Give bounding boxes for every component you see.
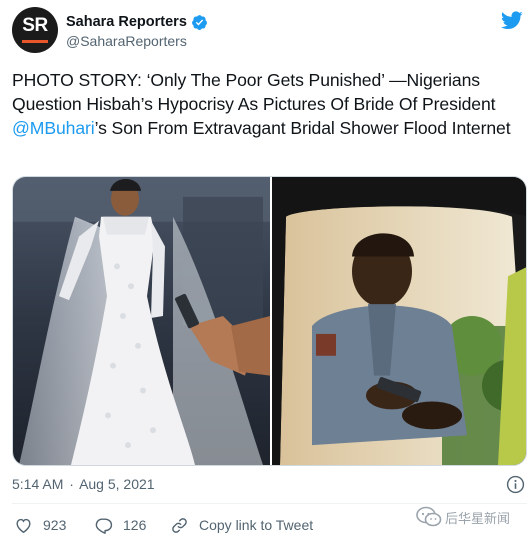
heart-icon [16, 518, 31, 533]
tweet-date: Aug 5, 2021 [79, 476, 155, 492]
watermark-text: 后华星新闻 [445, 511, 511, 527]
avatar-text: SR [22, 15, 48, 36]
author-display-name[interactable]: Sahara Reporters [66, 14, 187, 30]
avatar[interactable]: SR [12, 7, 58, 53]
wechat-icon [416, 506, 442, 527]
twitter-bird-icon[interactable] [500, 9, 524, 31]
tweet-text-part: PHOTO STORY: ‘Only The Poor Gets Punishe… [12, 70, 496, 114]
tweet-time: 5:14 AM [12, 476, 64, 492]
officer-photo[interactable] [272, 177, 527, 465]
timestamp-separator: · [69, 476, 74, 492]
reply-icon [95, 517, 113, 534]
like-count: 923 [43, 517, 67, 533]
mention-link[interactable]: @MBuhari [12, 118, 95, 138]
link-icon [172, 517, 187, 533]
media-grid [12, 176, 527, 466]
bride-photo[interactable] [13, 177, 270, 465]
info-icon[interactable] [506, 475, 525, 494]
author-name-row[interactable]: Sahara Reporters [66, 12, 208, 32]
copy-link-button[interactable]: Copy link to Tweet [170, 513, 313, 537]
reply-button[interactable]: 126 [94, 513, 146, 537]
author-handle[interactable]: @SaharaReporters [66, 33, 187, 49]
copy-link-label: Copy link to Tweet [199, 517, 314, 533]
tweet-timestamp[interactable]: 5:14 AM · Aug 5, 2021 [12, 476, 155, 492]
watermark: 后华星新闻 [416, 504, 510, 530]
tweet-text: PHOTO STORY: ‘Only The Poor Gets Punishe… [12, 68, 524, 140]
tweet-card: SR Sahara Reporters @SaharaReporters PHO… [0, 0, 529, 538]
avatar-accent-bar [22, 40, 48, 43]
tweet-text-part: ’s Son From Extravagant Bridal Shower Fl… [94, 118, 511, 138]
like-button[interactable]: 923 [14, 513, 66, 537]
reply-count: 126 [123, 517, 147, 533]
verified-badge-icon [191, 14, 207, 30]
